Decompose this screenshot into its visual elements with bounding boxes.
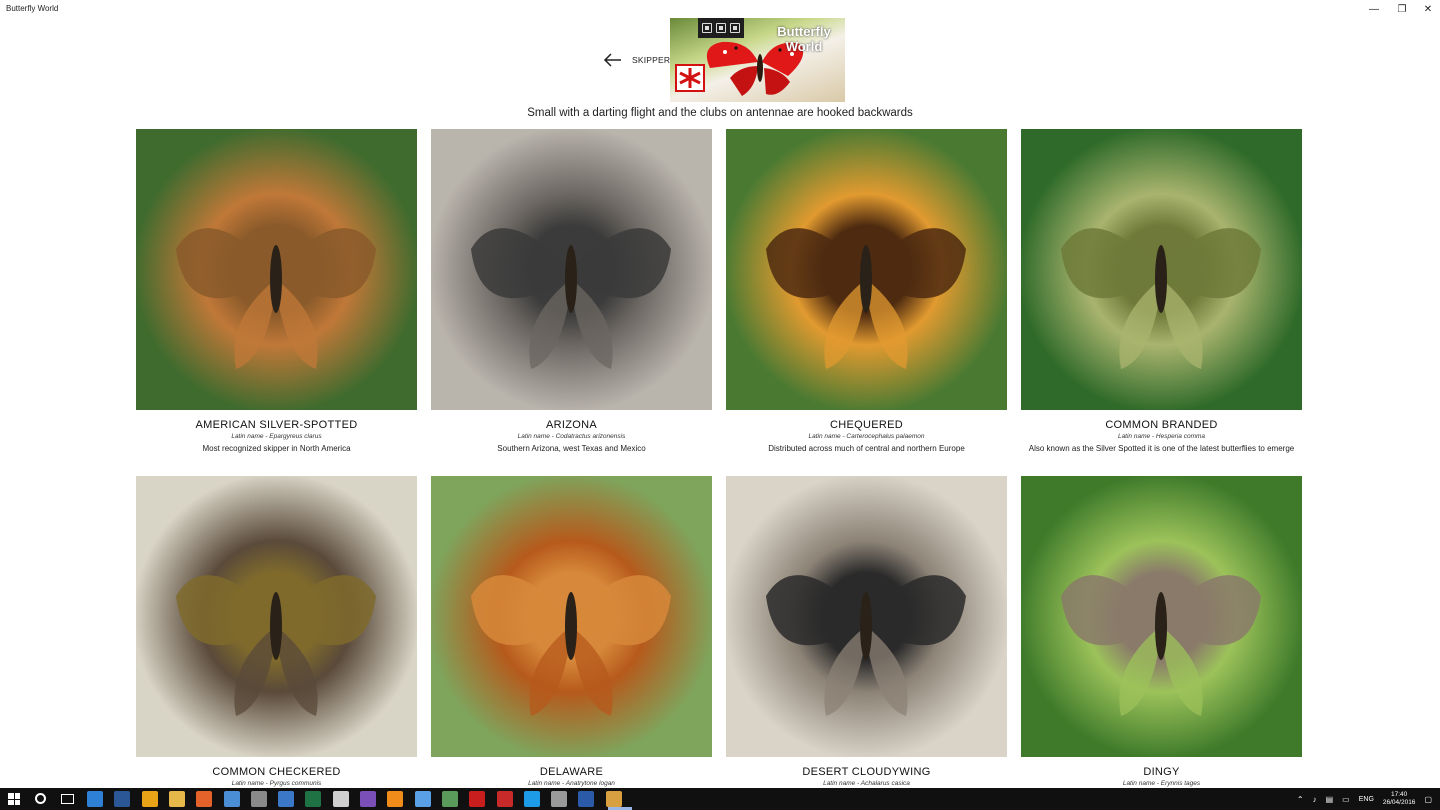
butterfly-name: DINGY	[1143, 766, 1180, 778]
restore-button[interactable]: ❐	[1388, 0, 1416, 18]
butterfly-illustration	[176, 575, 376, 716]
butterfly-photo[interactable]	[136, 129, 417, 410]
butterfly-illustration	[1061, 575, 1261, 716]
title-bar: Butterfly World — ❐ ✕	[0, 0, 1440, 18]
clock[interactable]: 17:40 26/04/2016	[1383, 791, 1416, 807]
share-icon[interactable]	[702, 23, 712, 33]
butterfly-illustration	[471, 228, 671, 369]
logo-title: Butterfly World	[769, 24, 839, 54]
category-description: Small with a darting flight and the club…	[527, 107, 913, 119]
butterfly-photo[interactable]	[431, 129, 712, 410]
globe-app-icon[interactable]	[441, 791, 458, 807]
butterfly-illustration	[471, 575, 671, 716]
battery-icon[interactable]: ▭	[1342, 795, 1350, 804]
volume-icon[interactable]: ♪	[1313, 795, 1317, 804]
image-toolbar	[698, 18, 744, 38]
firefox-icon[interactable]	[196, 791, 213, 807]
language-indicator[interactable]: ENG	[1359, 796, 1374, 803]
plane-icon[interactable]	[551, 791, 568, 807]
butterfly-card[interactable]: CHEQUERED Latin name - Carterocephalus pa…	[726, 129, 1007, 453]
butterfly-card[interactable]: AMERICAN SILVER-SPOTTED Latin name - Epar…	[136, 129, 417, 453]
clock-time: 17:40	[1391, 791, 1408, 798]
taskbar: ⌃ ♪ ▤ ▭ ENG 17:40 26/04/2016 ▢	[0, 788, 1440, 810]
word-icon[interactable]	[114, 791, 131, 807]
butterfly-card[interactable]: COMMON CHECKERED Latin name - Pyrgus comm…	[136, 476, 417, 787]
butterfly-name: COMMON CHECKERED	[212, 766, 341, 778]
butterfly-illustration	[1061, 228, 1261, 369]
app-logo: Butterfly World	[670, 18, 845, 102]
butterfly-description: Southern Arizona, west Texas and Mexico	[497, 444, 646, 453]
asterisk-badge-icon	[675, 64, 705, 92]
butterfly-illustration	[766, 575, 966, 716]
clock-date: 26/04/2016	[1382, 799, 1416, 806]
logo-title-line1: Butterfly	[777, 24, 831, 39]
butterfly-description: Distributed across much of central and n…	[768, 444, 965, 453]
chrome-icon[interactable]	[141, 791, 158, 807]
butterfly-name: ARIZONA	[546, 419, 597, 431]
butterfly-card[interactable]: DINGY Latin name - Erynnis tages	[1021, 476, 1302, 787]
butterfly-description: Also known as the Silver Spotted it is o…	[1028, 444, 1295, 453]
butterfly-name: COMMON BRANDED	[1105, 419, 1218, 431]
butterfly-photo[interactable]	[726, 129, 1007, 410]
acrobat-icon[interactable]	[469, 791, 486, 807]
butterfly-name: DELAWARE	[539, 766, 604, 778]
pdf-app-icon[interactable]	[578, 791, 595, 807]
cortana-search-icon[interactable]	[35, 793, 46, 804]
window-title: Butterfly World	[6, 4, 59, 13]
butterfly-latin-name: Latin name - Erynnis tages	[1122, 780, 1201, 787]
vlc-icon[interactable]	[387, 791, 404, 807]
arrow-left-icon	[603, 52, 623, 68]
butterfly-name: DESERT CLOUDYWING	[802, 766, 931, 778]
close-button[interactable]: ✕	[1414, 0, 1440, 18]
fullscreen-icon[interactable]	[730, 23, 740, 33]
library-icon[interactable]	[496, 791, 513, 807]
excel-icon[interactable]	[305, 791, 322, 807]
butterfly-illustration	[176, 228, 376, 369]
butterfly-photo[interactable]	[1021, 129, 1302, 410]
butterfly-card[interactable]: DELAWARE Latin name - Anatrytone logan	[431, 476, 712, 787]
butterfly-world-icon[interactable]	[605, 791, 622, 807]
notifications-icon[interactable]: ▢	[1424, 795, 1432, 804]
butterfly-photo[interactable]	[726, 476, 1007, 757]
system-tray: ⌃ ♪ ▤ ▭ ENG 17:40 26/04/2016 ▢	[1297, 788, 1432, 810]
task-view-icon[interactable]	[61, 794, 74, 804]
butterfly-name: AMERICAN SILVER-SPOTTED	[195, 419, 358, 431]
photos-icon[interactable]	[223, 791, 240, 807]
butterfly-photo[interactable]	[431, 476, 712, 757]
logo-title-line2: World	[785, 39, 823, 54]
store-icon[interactable]	[278, 791, 295, 807]
butterfly-name: CHEQUERED	[830, 419, 903, 431]
file-explorer-icon[interactable]	[168, 791, 185, 807]
butterfly-card[interactable]: COMMON BRANDED Latin name - Hesperia comm…	[1021, 129, 1302, 453]
butterfly-latin-name: Latin name - Codatractus arizonensis	[517, 433, 626, 440]
butterfly-latin-name: Latin name - Hesperia comma	[1117, 433, 1206, 440]
butterfly-latin-name: Latin name - Carterocephalus palaemon	[808, 433, 925, 440]
butterfly-latin-name: Latin name - Achalarus casica	[823, 780, 910, 787]
butterfly-description: Most recognized skipper in North America	[202, 444, 351, 453]
butterfly-card[interactable]: DESERT CLOUDYWING Latin name - Achalarus …	[726, 476, 1007, 787]
network-icon[interactable]: ▤	[1326, 795, 1334, 804]
skype-icon[interactable]	[523, 791, 540, 807]
butterfly-illustration	[766, 228, 966, 369]
minimize-button[interactable]: —	[1360, 0, 1388, 18]
start-button[interactable]	[8, 793, 20, 805]
back-button[interactable]	[603, 52, 623, 68]
butterfly-latin-name: Latin name - Anatrytone logan	[528, 780, 615, 787]
chevron-up-icon[interactable]: ⌃	[1297, 795, 1304, 804]
edge-icon[interactable]	[87, 791, 103, 807]
visual-studio-icon[interactable]	[360, 791, 376, 807]
app-icon[interactable]	[414, 791, 431, 807]
butterfly-latin-name: Latin name - Epargyreus clarus	[231, 433, 322, 440]
butterfly-latin-name: Latin name - Pyrgus communis	[231, 780, 322, 787]
cast-icon[interactable]	[716, 23, 726, 33]
airplane-app-icon[interactable]	[250, 791, 267, 807]
butterfly-photo[interactable]	[1021, 476, 1302, 757]
butterfly-card[interactable]: ARIZONA Latin name - Codatractus arizonen…	[431, 129, 712, 453]
butterfly-photo[interactable]	[136, 476, 417, 757]
settings-icon[interactable]	[332, 791, 349, 807]
